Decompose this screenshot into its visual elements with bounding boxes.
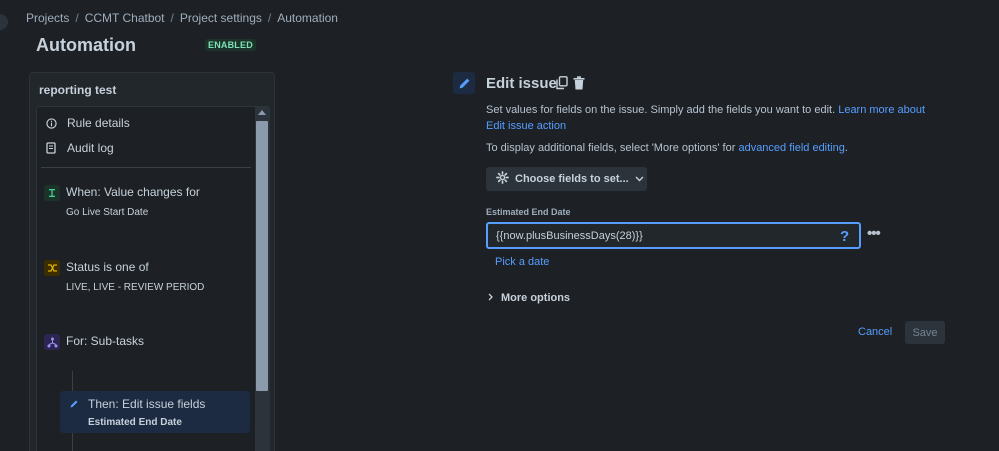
scrollbar[interactable] — [255, 107, 269, 451]
chevron-right-icon — [488, 292, 493, 304]
estimated-end-date-input[interactable]: {{now.plusBusinessDays(28)}} — [486, 222, 861, 249]
description-text: Set values for fields on the issue. Simp… — [486, 104, 839, 116]
condition-step-title: Status is one of — [66, 260, 149, 274]
copy-icon[interactable] — [556, 76, 568, 95]
save-button[interactable]: Save — [905, 321, 945, 344]
rule-steps-container: Rule details Audit log When: Value chang… — [36, 106, 270, 451]
status-badge: ENABLED — [205, 39, 256, 51]
breadcrumb-separator: / — [170, 11, 174, 25]
audit-log-item[interactable]: Audit log — [45, 141, 114, 155]
rule-name: reporting test — [39, 83, 117, 97]
pencil-icon — [453, 72, 475, 94]
trigger-step-title: When: Value changes for — [66, 185, 200, 199]
rule-details-label: Rule details — [67, 116, 130, 130]
hint-end: . — [844, 142, 848, 154]
condition-step[interactable]: Status is one of LIVE, LIVE - REVIEW PER… — [41, 260, 249, 300]
more-actions-icon[interactable]: ••• — [867, 225, 881, 242]
branch-icon — [44, 334, 60, 350]
cancel-button[interactable]: Cancel — [858, 326, 892, 338]
action-step-title: Then: Edit issue fields — [88, 397, 206, 411]
pick-a-date-link[interactable]: Pick a date — [495, 256, 549, 268]
page-title: Automation — [36, 35, 136, 55]
hint-text: To display additional fields, select 'Mo… — [486, 142, 739, 154]
breadcrumb-projects[interactable]: Projects — [26, 11, 69, 25]
help-icon[interactable]: ? — [840, 228, 849, 245]
trash-icon[interactable] — [573, 76, 585, 95]
condition-step-detail: LIVE, LIVE - REVIEW PERIOD — [66, 282, 205, 293]
choose-fields-label: Choose fields to set... — [515, 173, 629, 185]
breadcrumb-automation[interactable]: Automation — [277, 11, 338, 25]
nest-line — [72, 433, 73, 451]
trigger-step[interactable]: When: Value changes for Go Live Start Da… — [41, 185, 249, 225]
editor-title: Edit issue — [486, 75, 557, 92]
advanced-field-editing-link[interactable]: advanced field editing — [738, 142, 844, 154]
scroll-thumb[interactable] — [256, 121, 268, 391]
more-options-label: More options — [501, 292, 571, 304]
audit-log-label: Audit log — [67, 141, 114, 155]
more-options-toggle[interactable]: More options — [488, 292, 570, 304]
title-actions — [556, 76, 585, 95]
branch-step[interactable]: For: Sub-tasks — [41, 334, 249, 354]
info-icon — [45, 117, 57, 129]
trigger-icon — [44, 185, 60, 201]
pencil-icon — [66, 396, 82, 412]
scroll-up-arrow[interactable] — [258, 110, 266, 115]
estimated-end-date-label: Estimated End Date — [486, 207, 571, 217]
breadcrumb-project-settings[interactable]: Project settings — [180, 11, 262, 25]
rule-panel: reporting test Rule details Audit log Wh… — [29, 72, 275, 451]
nest-line — [72, 371, 73, 391]
breadcrumb-separator: / — [267, 11, 272, 25]
editor-description: Set values for fields on the issue. Simp… — [486, 102, 936, 134]
trigger-step-detail: Go Live Start Date — [66, 207, 149, 218]
collapse-sidebar-handle[interactable] — [0, 14, 8, 30]
editor-hint: To display additional fields, select 'Mo… — [486, 142, 848, 154]
gear-icon — [496, 171, 509, 187]
breadcrumb-project[interactable]: CCMT Chatbot — [85, 11, 165, 25]
choose-fields-button[interactable]: Choose fields to set... — [486, 167, 647, 191]
chevron-down-icon — [635, 173, 644, 185]
breadcrumb: Projects / CCMT Chatbot / Project settin… — [26, 11, 338, 25]
action-step-edit-issue[interactable]: Then: Edit issue fields Estimated End Da… — [60, 391, 250, 433]
branch-step-title: For: Sub-tasks — [66, 334, 145, 348]
breadcrumb-separator: / — [75, 11, 79, 25]
rule-details-item[interactable]: Rule details — [45, 116, 130, 130]
action-step-detail: Estimated End Date — [88, 417, 182, 428]
divider — [41, 167, 251, 168]
shuffle-icon — [44, 260, 60, 276]
document-icon — [45, 142, 57, 154]
